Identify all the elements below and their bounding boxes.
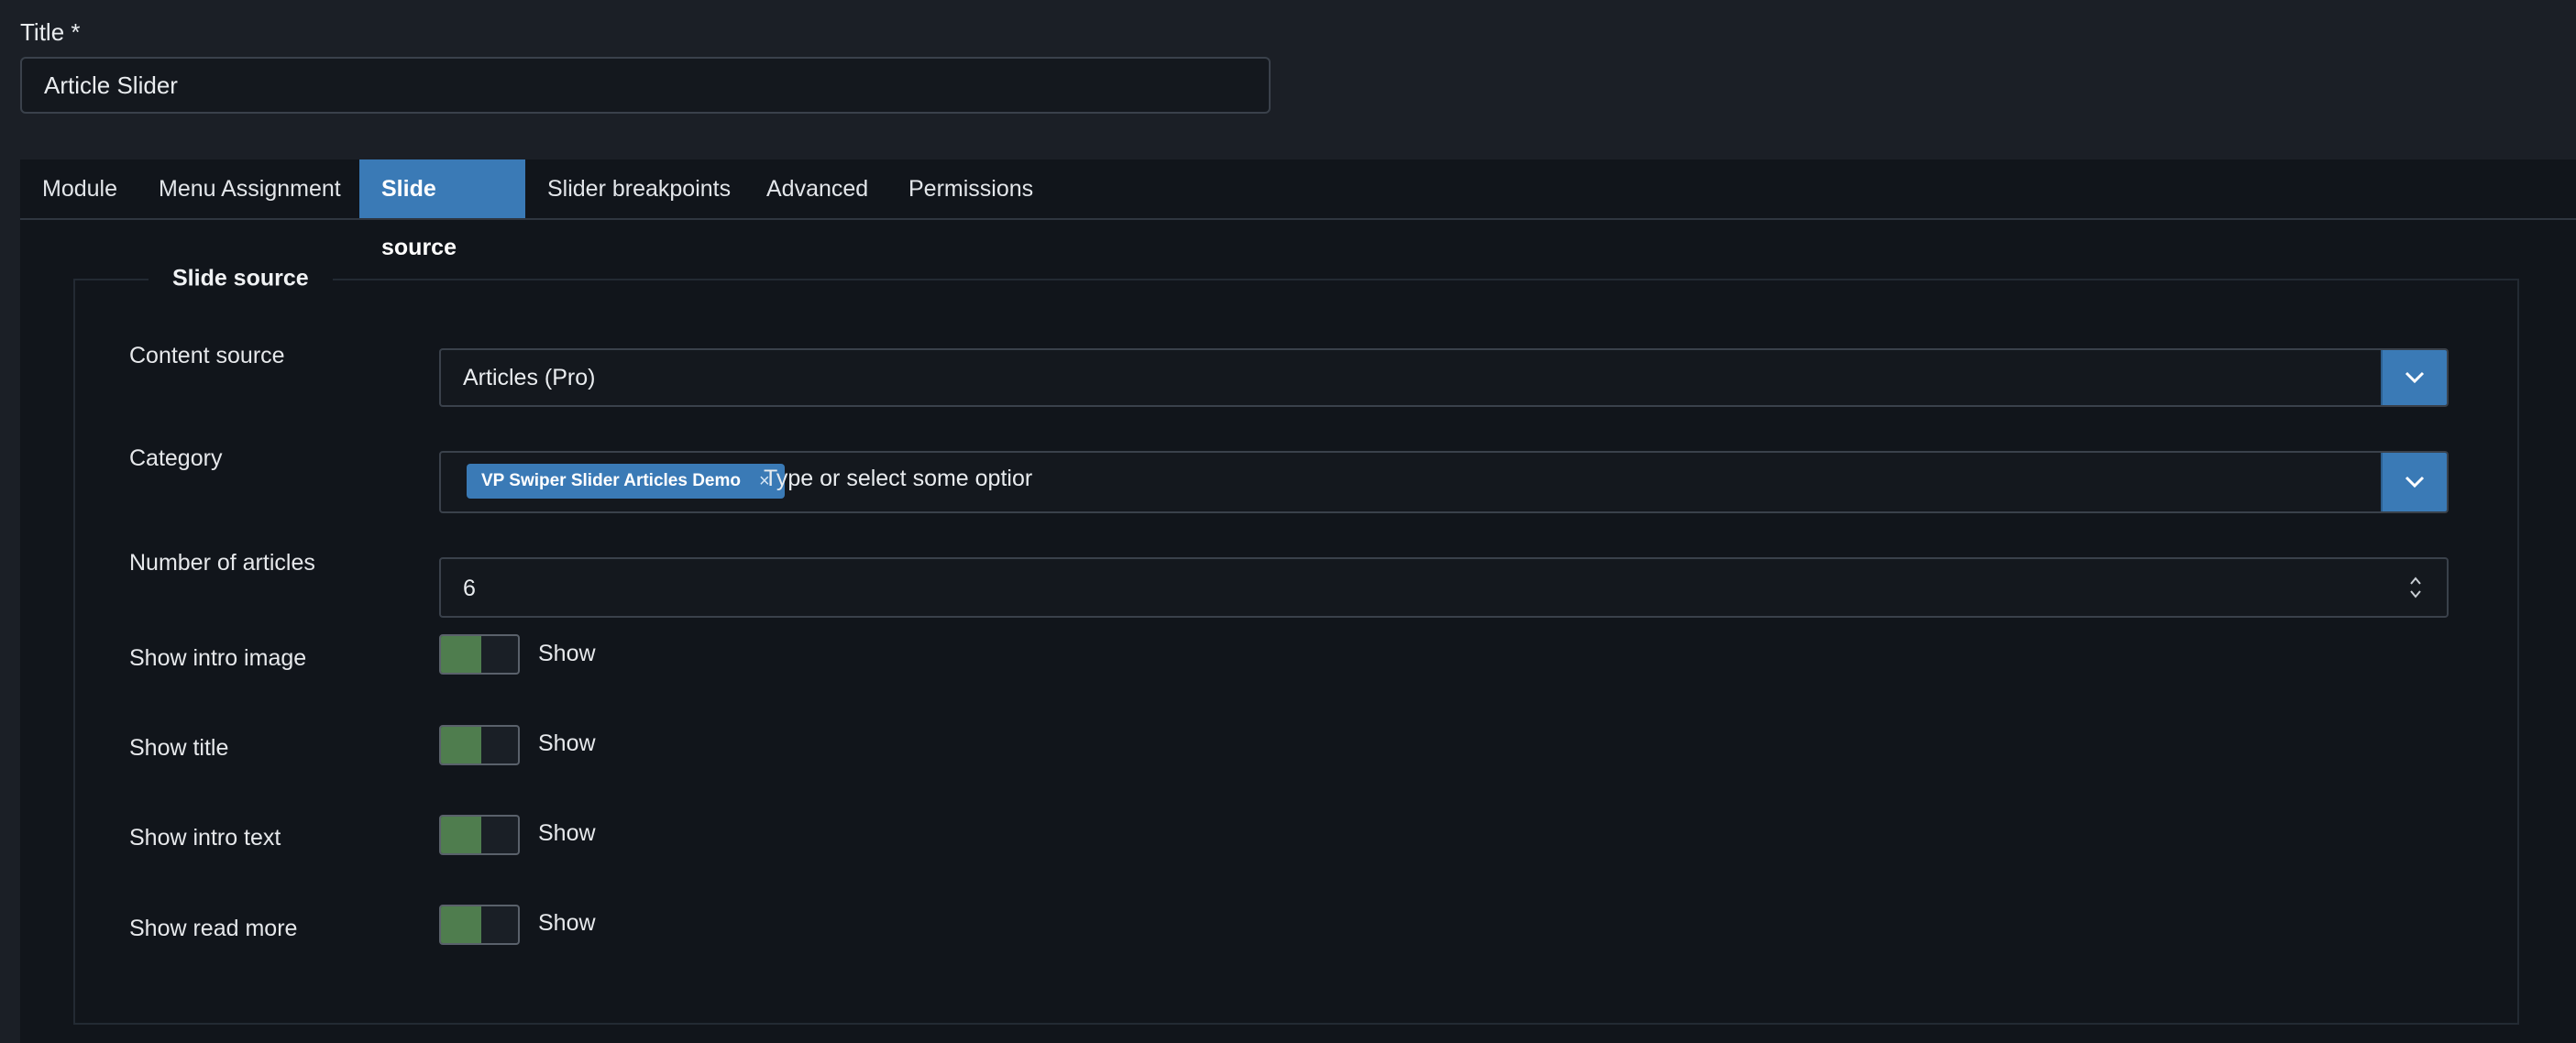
category-chip: VP Swiper Slider Articles Demo × (467, 464, 785, 499)
tab-slide-source[interactable]: Slide source (359, 159, 525, 260)
title-label: Title * (20, 18, 81, 46)
tab-bar: Module Menu Assignment Slide source Slid… (20, 159, 2576, 260)
show-title-label: Show title (129, 735, 229, 761)
content-source-dropdown-button[interactable] (2381, 350, 2447, 405)
show-intro-text-label: Show intro text (129, 825, 281, 851)
slide-source-fieldset: Slide source Content source Articles (Pr… (73, 265, 2519, 1025)
show-intro-text-state: Show (538, 820, 596, 846)
category-search-input[interactable]: Type or select some optior (764, 466, 1032, 492)
tab-permissions[interactable]: Permissions (886, 159, 1055, 218)
show-intro-image-label: Show intro image (129, 645, 307, 671)
content-source-label: Content source (129, 343, 285, 368)
show-intro-image-state: Show (538, 641, 596, 666)
show-read-more-label: Show read more (129, 916, 298, 941)
category-label: Category (129, 445, 223, 471)
chevron-down-icon (2405, 476, 2425, 489)
number-of-articles-label: Number of articles (129, 550, 315, 576)
tab-advanced[interactable]: Advanced (744, 159, 890, 218)
category-chip-label: VP Swiper Slider Articles Demo (481, 471, 741, 490)
show-read-more-state: Show (538, 910, 596, 936)
category-multiselect[interactable]: VP Swiper Slider Articles Demo × Type or… (439, 451, 2449, 513)
show-title-toggle[interactable] (439, 725, 520, 765)
content-source-select[interactable]: Articles (Pro) (439, 348, 2449, 407)
show-intro-image-toggle[interactable] (439, 634, 520, 675)
tab-module[interactable]: Module (20, 159, 139, 218)
fieldset-legend: Slide source (149, 265, 333, 292)
up-down-arrows-icon[interactable] (2408, 574, 2423, 601)
show-title-state: Show (538, 730, 596, 756)
number-of-articles-input[interactable]: 6 (439, 557, 2449, 618)
show-intro-text-toggle[interactable] (439, 815, 520, 855)
chevron-down-icon (2405, 371, 2425, 384)
tab-panel: Module Menu Assignment Slide source Slid… (20, 159, 2576, 1043)
category-dropdown-button[interactable] (2381, 453, 2447, 511)
tab-slider-breakpoints[interactable]: Slider breakpoints (525, 159, 753, 218)
content-source-value: Articles (Pro) (463, 365, 596, 390)
show-read-more-toggle[interactable] (439, 905, 520, 945)
title-input[interactable]: Article Slider (20, 57, 1271, 114)
number-of-articles-value: 6 (463, 576, 476, 601)
tab-menu-assignment[interactable]: Menu Assignment (137, 159, 363, 218)
